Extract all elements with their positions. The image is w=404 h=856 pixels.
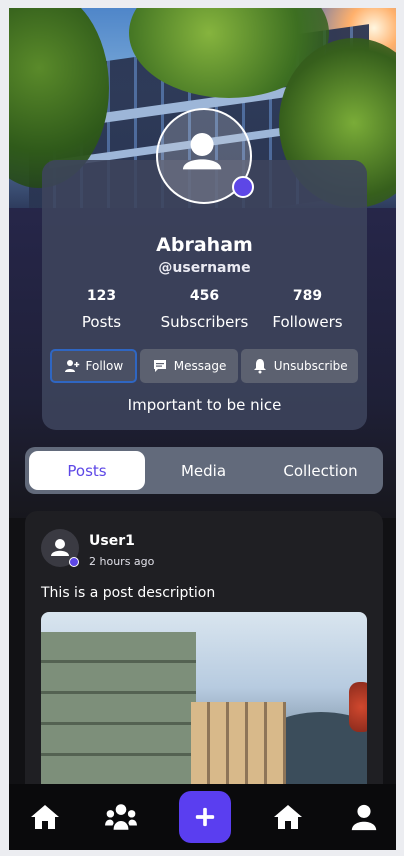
follow-label: Follow (85, 359, 124, 373)
post-image[interactable] (41, 612, 367, 801)
profile-bio: Important to be nice (127, 396, 282, 414)
home-icon (31, 805, 59, 829)
message-label: Message (173, 359, 227, 373)
stat-label: Subscribers (160, 313, 249, 331)
profile-tabs: Posts Media Collection (25, 447, 383, 494)
create-post-button[interactable] (178, 791, 231, 843)
app-screen: Abraham @username 123 Posts 456 Subscrib… (9, 8, 396, 850)
post-username[interactable]: User1 (89, 533, 135, 549)
chat-icon (153, 360, 166, 372)
stat-subscribers[interactable]: 456 Subscribers (155, 288, 255, 331)
home-icon (274, 805, 303, 829)
tab-media[interactable]: Media (145, 451, 262, 490)
stat-label: Posts (81, 313, 122, 331)
add-user-icon (64, 360, 79, 372)
nav-home[interactable] (27, 799, 63, 835)
profile-actions: Follow Message Unsubscribe (50, 349, 358, 383)
stat-value: 123 (86, 288, 117, 304)
stat-value: 456 (189, 288, 220, 304)
nav-home-2[interactable] (270, 799, 306, 835)
post-avatar-badge (69, 557, 79, 567)
nav-groups[interactable] (103, 799, 139, 835)
message-button[interactable]: Message (139, 349, 239, 383)
stat-posts[interactable]: 123 Posts (52, 288, 152, 331)
unsubscribe-label: Unsubscribe (273, 359, 348, 373)
profile-name: Abraham (156, 234, 253, 256)
post-timestamp: 2 hours ago (89, 555, 155, 568)
bottom-nav (9, 784, 396, 850)
bell-icon (253, 359, 266, 374)
profile-avatar[interactable] (156, 108, 254, 204)
tab-collection[interactable]: Collection (262, 451, 379, 490)
post-card[interactable]: User1 2 hours ago This is a post descrip… (25, 511, 383, 801)
nav-profile[interactable] (346, 799, 382, 835)
online-badge (232, 176, 254, 198)
profile-username: @username (158, 260, 251, 276)
stat-label: Followers (272, 313, 343, 331)
tab-posts[interactable]: Posts (29, 451, 145, 490)
plus-icon (195, 807, 214, 827)
profile-stats: 123 Posts 456 Subscribers 789 Followers (42, 288, 367, 331)
unsubscribe-button[interactable]: Unsubscribe (241, 349, 358, 383)
stat-followers[interactable]: 789 Followers (258, 288, 358, 331)
user-icon (351, 804, 377, 831)
post-description: This is a post description (41, 585, 216, 601)
stat-value: 789 (292, 288, 323, 304)
follow-button[interactable]: Follow (50, 349, 137, 383)
group-icon (104, 804, 137, 830)
